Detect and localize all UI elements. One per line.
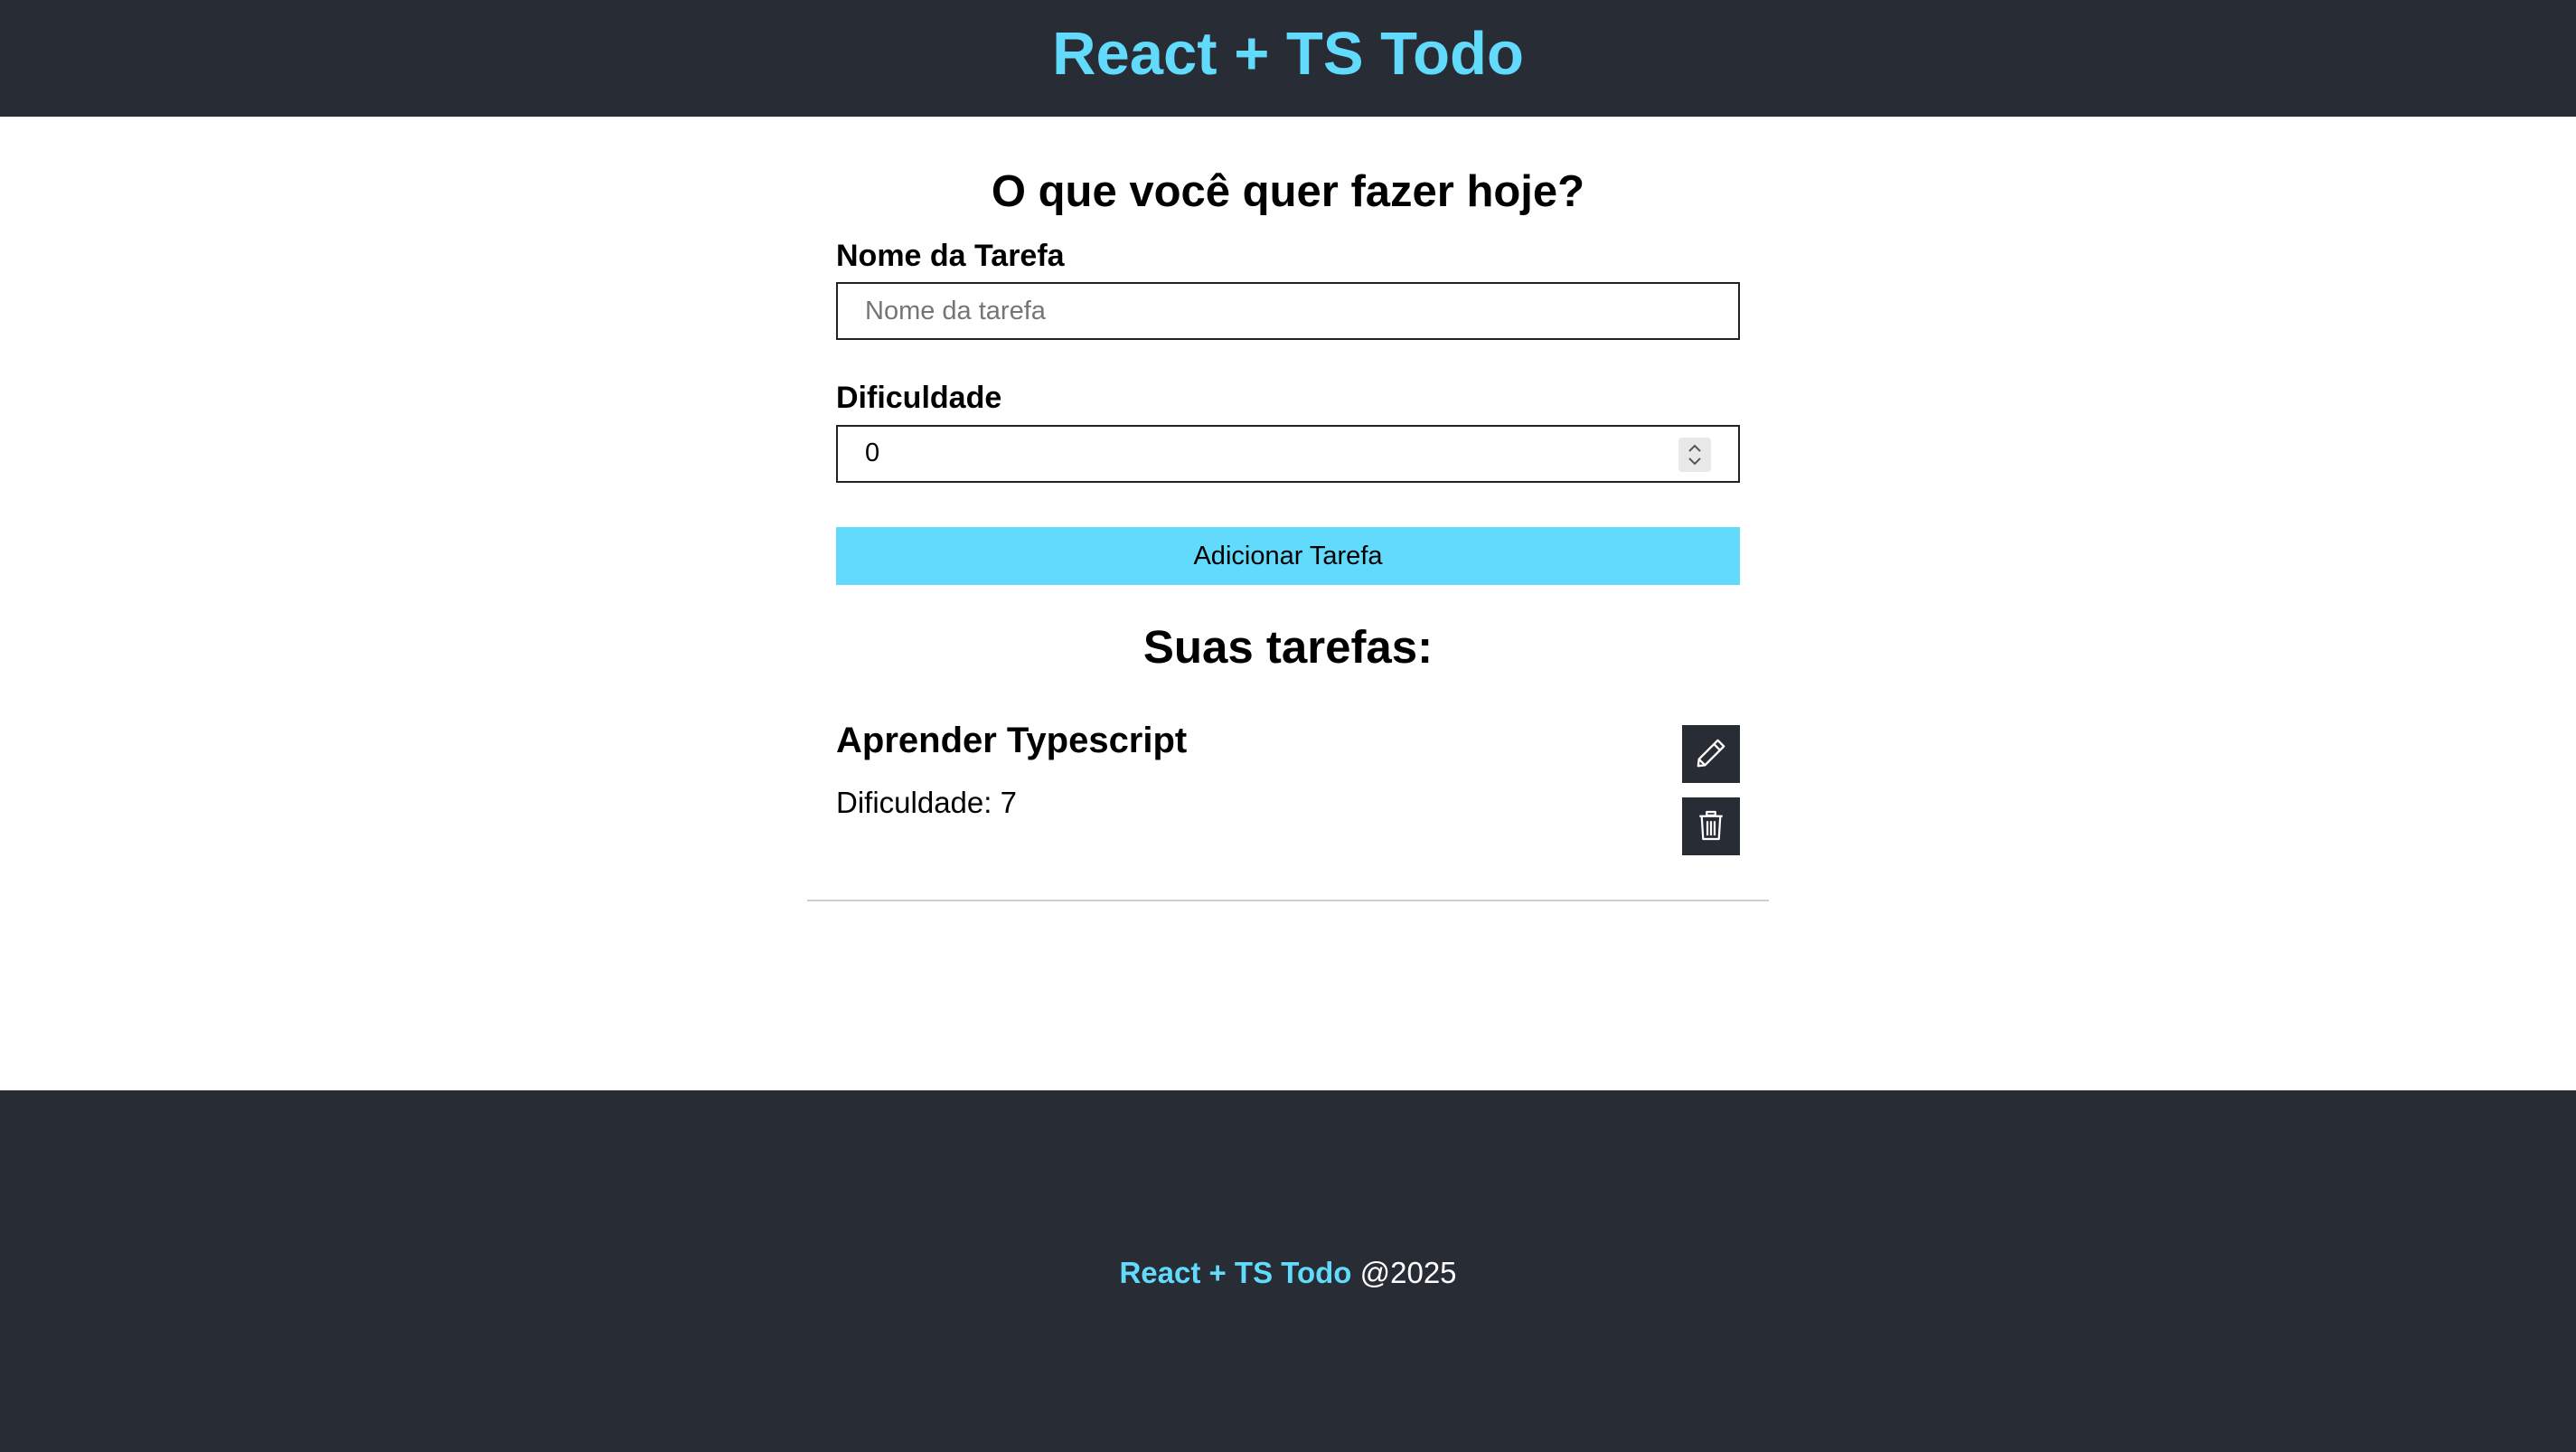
footer-brand: React + TS Todo xyxy=(1119,1256,1352,1289)
edit-task-button[interactable] xyxy=(1682,725,1740,783)
delete-task-button[interactable] xyxy=(1682,797,1740,855)
trash-icon xyxy=(1694,807,1728,846)
app-title: React + TS Todo xyxy=(1052,20,1524,88)
stepper-icon[interactable] xyxy=(1678,438,1711,472)
task-difficulty: Dificuldade: 7 xyxy=(836,786,1017,819)
task-divider xyxy=(807,900,1769,901)
difficulty-value: 0 xyxy=(865,438,880,467)
task-name-label: Nome da Tarefa xyxy=(836,239,1065,273)
difficulty-input[interactable]: 0 xyxy=(836,425,1740,483)
form-title: O que você quer fazer hoje? xyxy=(991,167,1585,216)
list-title: Suas tarefas: xyxy=(1142,621,1434,673)
task-name-input[interactable] xyxy=(836,282,1740,340)
difficulty-label: Dificuldade xyxy=(836,381,1002,415)
footer-text: React + TS Todo @2025 xyxy=(1119,1256,1456,1290)
app-header: React + TS Todo xyxy=(0,0,2576,117)
app-footer: React + TS Todo @2025 xyxy=(0,1090,2576,1452)
page: React + TS Todo O que você quer fazer ho… xyxy=(0,0,2576,1452)
task-name: Aprender Typescript xyxy=(836,721,1188,760)
add-task-button[interactable]: Adicionar Tarefa xyxy=(836,527,1740,585)
footer-year: @2025 xyxy=(1359,1256,1457,1289)
pencil-icon xyxy=(1693,735,1729,774)
